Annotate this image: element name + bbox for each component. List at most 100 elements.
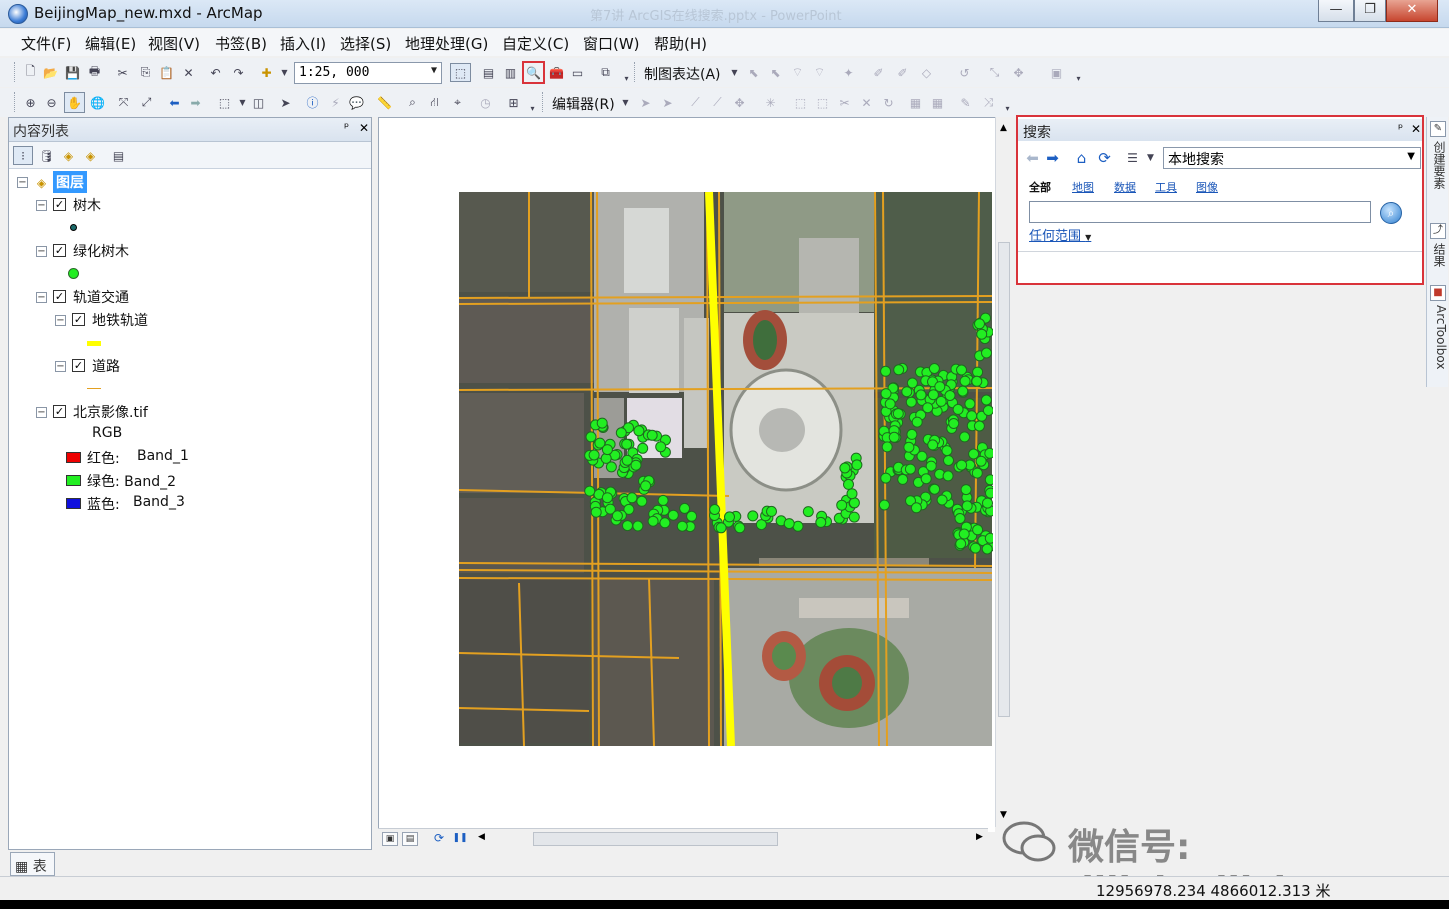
map-vertical-scrollbar[interactable]: ▲ ▼ bbox=[995, 117, 1012, 827]
identify-icon[interactable]: ⓘ bbox=[304, 94, 321, 111]
list-by-visibility-icon[interactable]: ◈ bbox=[60, 147, 77, 164]
open-folder-icon[interactable]: 📂 bbox=[42, 64, 59, 81]
layer-visibility-checkbox[interactable]: ✓ bbox=[53, 290, 66, 303]
menu-help[interactable]: 帮助(H) bbox=[654, 33, 707, 54]
go-to-xy-icon[interactable]: ⌖ bbox=[449, 94, 466, 111]
scrollbar-thumb[interactable] bbox=[998, 242, 1010, 717]
scroll-up-icon[interactable]: ▲ bbox=[1000, 123, 1007, 133]
collapse-icon[interactable]: − bbox=[55, 361, 66, 372]
scroll-left-icon[interactable]: ◀ bbox=[478, 832, 485, 842]
chevron-down-icon[interactable]: ▼ bbox=[234, 94, 251, 111]
layer-green-trees[interactable]: 绿化树木 bbox=[73, 241, 129, 261]
menu-geoprocessing[interactable]: 地理处理(G) bbox=[405, 33, 488, 54]
arctoolbox-icon[interactable]: 🧰 bbox=[548, 64, 565, 81]
toolbar-overflow-icon[interactable]: ▾ bbox=[999, 100, 1016, 117]
dock-tab-arctoolbox[interactable]: ■ ArcToolbox bbox=[1428, 283, 1448, 387]
minimize-button[interactable]: — bbox=[1318, 0, 1354, 22]
forward-arrow-icon[interactable]: ➡ bbox=[187, 94, 204, 111]
find-route-icon[interactable]: ⛙ bbox=[426, 94, 443, 111]
chevron-down-icon[interactable]: ▼ bbox=[431, 65, 437, 76]
cut-icon[interactable]: ✂ bbox=[114, 64, 131, 81]
collapse-icon[interactable]: − bbox=[55, 315, 66, 326]
back-arrow-icon[interactable]: ⬅ bbox=[1024, 149, 1041, 167]
menu-edit[interactable]: 编辑(E) bbox=[85, 33, 136, 54]
menu-insert[interactable]: 插入(I) bbox=[280, 33, 326, 54]
zoom-out-icon[interactable]: ⊖ bbox=[43, 94, 60, 111]
collapse-icon[interactable]: − bbox=[17, 177, 28, 188]
search-tab-data[interactable]: 数据 bbox=[1114, 179, 1136, 195]
create-viewer-window-icon[interactable]: ⊞ bbox=[505, 94, 522, 111]
editor-menu-label[interactable]: 编辑器(R) bbox=[552, 94, 615, 114]
toolbar-overflow-icon[interactable]: ▾ bbox=[1070, 70, 1087, 87]
collapse-icon[interactable]: − bbox=[36, 407, 47, 418]
menu-selection[interactable]: 选择(S) bbox=[340, 33, 391, 54]
roads-symbol[interactable] bbox=[87, 388, 101, 389]
green-band-swatch[interactable] bbox=[66, 475, 81, 486]
collapse-icon[interactable]: − bbox=[36, 200, 47, 211]
menu-windows[interactable]: 窗口(W) bbox=[583, 33, 640, 54]
pin-icon[interactable]: ᵖ bbox=[1398, 121, 1403, 135]
map-canvas[interactable] bbox=[379, 118, 993, 828]
blue-band-swatch[interactable] bbox=[66, 498, 81, 509]
search-tab-tools[interactable]: 工具 bbox=[1155, 179, 1177, 195]
catalog-icon[interactable]: ▥ bbox=[502, 64, 519, 81]
toc-options-icon[interactable]: ▤ bbox=[110, 147, 127, 164]
clear-selection-icon[interactable]: ◫ bbox=[250, 94, 267, 111]
modelbuilder-icon[interactable]: ⧉ bbox=[597, 64, 614, 81]
delete-icon[interactable]: ✕ bbox=[180, 64, 197, 81]
search-go-button[interactable]: ⌕ bbox=[1380, 202, 1402, 224]
pan-hand-icon[interactable]: ✋ bbox=[64, 92, 85, 113]
copy-icon[interactable]: ⎘ bbox=[137, 64, 154, 81]
search-scope-select[interactable]: 本地搜索 ▼ bbox=[1163, 147, 1421, 169]
group-layer-rail[interactable]: 轨道交通 bbox=[73, 287, 129, 307]
list-by-selection-icon[interactable]: ◈ bbox=[82, 147, 99, 164]
undo-icon[interactable]: ↶ bbox=[207, 64, 224, 81]
list-by-source-icon[interactable]: 🛢 bbox=[38, 147, 55, 164]
toolbar-grip[interactable] bbox=[542, 92, 544, 112]
select-elements-icon[interactable]: ➤ bbox=[277, 94, 294, 111]
python-window-icon[interactable]: ▭ bbox=[569, 64, 586, 81]
select-features-icon[interactable]: ⬚ bbox=[216, 94, 233, 111]
green-trees-symbol[interactable] bbox=[68, 268, 79, 279]
search-tab-all[interactable]: 全部 bbox=[1029, 179, 1051, 195]
refresh-icon[interactable]: ⟳ bbox=[431, 832, 447, 846]
cartography-toolbar-label[interactable]: 制图表达(A) bbox=[644, 64, 721, 84]
data-frame-layers[interactable]: 图层 bbox=[53, 171, 87, 193]
data-view-icon[interactable]: ▣ bbox=[382, 832, 398, 846]
layer-visibility-checkbox[interactable]: ✓ bbox=[72, 313, 85, 326]
menu-customize[interactable]: 自定义(C) bbox=[502, 33, 569, 54]
toolbar-grip[interactable] bbox=[14, 92, 16, 112]
chevron-down-icon[interactable]: ▼ bbox=[1142, 149, 1159, 166]
search-extent-dropdown[interactable]: 任何范围 ▼ bbox=[1029, 225, 1091, 244]
editor-toolbar-icon[interactable]: ⬚ bbox=[450, 63, 471, 82]
list-by-drawing-order-icon[interactable]: ⁝ bbox=[13, 146, 33, 165]
search-tab-maps[interactable]: 地图 bbox=[1072, 179, 1094, 195]
chevron-down-icon[interactable]: ▼ bbox=[726, 64, 743, 81]
layer-trees[interactable]: 树木 bbox=[73, 195, 101, 215]
paste-icon[interactable]: 📋 bbox=[158, 64, 175, 81]
map-display[interactable] bbox=[378, 117, 995, 832]
toolbar-overflow-icon[interactable]: ▾ bbox=[524, 100, 541, 117]
map-scale-combobox[interactable]: 1:25, 000 ▼ bbox=[294, 62, 442, 84]
redo-icon[interactable]: ↷ bbox=[230, 64, 247, 81]
add-data-icon[interactable]: ✚ bbox=[258, 64, 275, 81]
layer-visibility-checkbox[interactable]: ✓ bbox=[53, 244, 66, 257]
layer-visibility-checkbox[interactable]: ✓ bbox=[53, 198, 66, 211]
search-window-icon[interactable]: 🔍 bbox=[522, 61, 545, 84]
toolbar-grip[interactable] bbox=[634, 62, 636, 82]
layer-visibility-checkbox[interactable]: ✓ bbox=[53, 405, 66, 418]
layer-beijing-image[interactable]: 北京影像.tif bbox=[73, 402, 148, 422]
zoom-in-icon[interactable]: ⊕ bbox=[22, 94, 39, 111]
full-extent-globe-icon[interactable]: 🌐 bbox=[89, 94, 106, 111]
pin-icon[interactable]: ᵖ bbox=[344, 120, 349, 134]
chevron-down-icon[interactable]: ▼ bbox=[617, 94, 634, 111]
trees-symbol[interactable] bbox=[70, 224, 77, 231]
menu-bookmarks[interactable]: 书签(B) bbox=[215, 33, 267, 54]
new-document-icon[interactable]: 🗋 bbox=[22, 64, 39, 81]
pause-drawing-icon[interactable]: ❚❚ bbox=[452, 832, 468, 846]
view-options-icon[interactable]: ☰ bbox=[1124, 149, 1141, 166]
scrollbar-thumb[interactable] bbox=[533, 832, 778, 846]
save-icon[interactable]: 💾 bbox=[64, 64, 81, 81]
red-band-swatch[interactable] bbox=[66, 452, 81, 463]
refresh-icon[interactable]: ⟳ bbox=[1096, 149, 1113, 167]
